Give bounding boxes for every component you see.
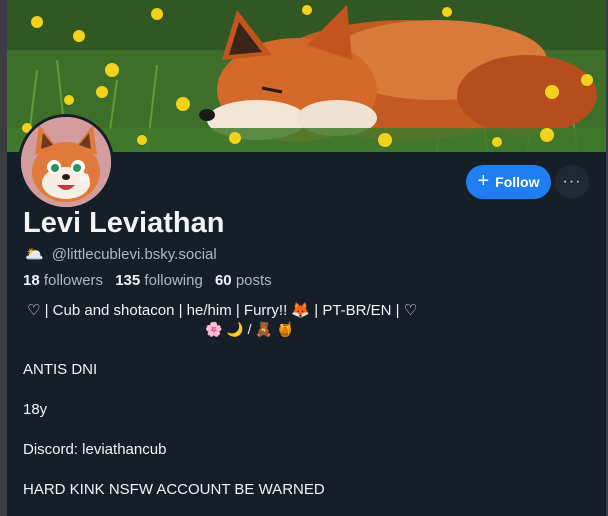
bio-warning: HARD KINK NSFW ACCOUNT BE WARNED — [23, 481, 325, 498]
following-link[interactable]: 135 following — [115, 272, 203, 289]
follow-button-label: Follow — [495, 174, 540, 190]
bio-line-2: 🌸 🌙 / 🧸 🍯 — [205, 321, 295, 337]
profile-page: + Follow ··· Levi Leviathan 🌥️ @littlecu… — [7, 0, 606, 516]
followers-count: 18 — [23, 272, 40, 289]
following-label: following — [144, 272, 203, 289]
profile-stats: 18 followers 135 following 60 posts — [23, 272, 272, 289]
ellipsis-icon: ··· — [562, 173, 582, 190]
following-count: 135 — [115, 272, 141, 289]
handle-row: 🌥️ @littlecublevi.bsky.social — [25, 245, 217, 264]
posts-label: posts — [235, 272, 272, 289]
profile-avatar[interactable] — [18, 114, 114, 210]
plus-icon: + — [477, 170, 490, 192]
avatar-image — [21, 117, 111, 207]
sun-cloud-icon: 🌥️ — [25, 246, 44, 263]
display-name: Levi Leviathan — [23, 207, 225, 239]
bio-antis: ANTIS DNI — [23, 361, 98, 378]
bio-age: 18y — [23, 401, 48, 418]
followers-label: followers — [43, 272, 104, 289]
posts-stat: 60 posts — [215, 272, 272, 289]
bio-line-1: ♡ | Cub and shotacon | he/him | Furry!! … — [27, 302, 418, 319]
follow-button[interactable]: + Follow — [466, 165, 551, 199]
posts-count: 60 — [214, 272, 232, 289]
bio-discord: Discord: leviathancub — [23, 441, 167, 458]
profile-handle: @littlecublevi.bsky.social — [51, 245, 217, 263]
followers-link[interactable]: 18 followers — [23, 272, 103, 289]
more-options-button[interactable]: ··· — [555, 165, 589, 199]
